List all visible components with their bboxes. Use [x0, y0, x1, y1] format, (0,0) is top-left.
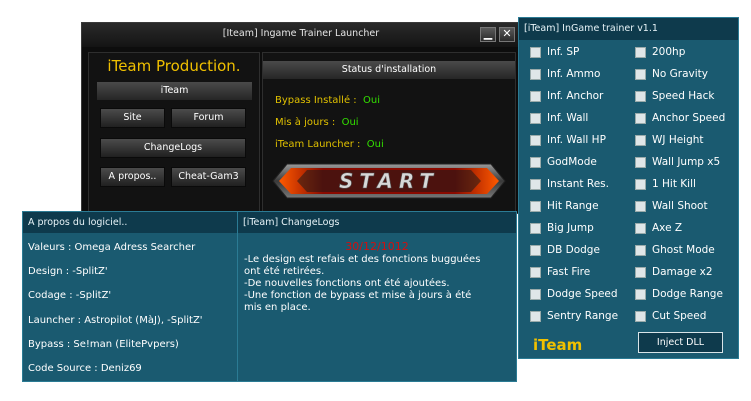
status-label: Bypass Installé : — [275, 95, 357, 106]
changelogs-button[interactable]: ChangeLogs — [100, 138, 246, 158]
checkbox-label[interactable]: Dodge Speed — [547, 288, 618, 300]
checkbox-inf-wall-hp[interactable] — [530, 135, 541, 146]
about-title: A propos du logiciel.. — [23, 212, 237, 233]
status-row-bypass: Bypass Installé : Oui — [275, 95, 380, 106]
checkbox-label[interactable]: Wall Jump x5 — [652, 156, 720, 168]
checkbox-label[interactable]: Instant Res. — [547, 178, 609, 190]
checkbox-label[interactable]: WJ Height — [652, 134, 704, 146]
checkbox-ghost-mode[interactable] — [635, 245, 646, 256]
checkbox-label[interactable]: Inf. Anchor — [547, 90, 603, 102]
checkbox-label[interactable]: Big Jump — [547, 222, 594, 234]
launcher-left-panel: iTeam Production. iTeam Site Forum Chang… — [88, 52, 260, 212]
checkbox-cut-speed[interactable] — [635, 311, 646, 322]
checkbox-anchor-speed[interactable] — [635, 113, 646, 124]
trainer-panel: [iTeam] InGame trainer v1.1 Inf. SP Inf. … — [518, 17, 739, 359]
checkbox-label[interactable]: Anchor Speed — [652, 112, 725, 124]
status-label: iTeam Launcher : — [275, 139, 361, 150]
checkbox-inf-ammo[interactable] — [530, 69, 541, 80]
changelog-line: -De nouvelles fonctions ont été ajoutées… — [244, 278, 450, 289]
trainer-title: [iTeam] InGame trainer v1.1 — [519, 18, 738, 40]
minimize-button[interactable]: ▁ — [480, 27, 496, 42]
checkbox-label[interactable]: Inf. Ammo — [547, 68, 600, 80]
site-button[interactable]: Site — [100, 108, 165, 128]
section-iteam: iTeam — [97, 82, 252, 100]
checkbox-hit-range[interactable] — [530, 201, 541, 212]
status-row-launcher: iTeam Launcher : Oui — [275, 139, 384, 150]
launcher-window: [Iteam] Ingame Trainer Launcher ▁ ✕ iTea… — [81, 22, 521, 214]
about-bypass: Bypass : Se!man (ElitePvpers) — [28, 339, 179, 350]
checkbox-label[interactable]: 1 Hit Kill — [652, 178, 696, 190]
checkbox-no-gravity[interactable] — [635, 69, 646, 80]
changelog-line: -Une fonction de bypass et mise à jours … — [244, 290, 472, 301]
checkbox-dodge-range[interactable] — [635, 289, 646, 300]
launcher-titlebar[interactable]: [Iteam] Ingame Trainer Launcher ▁ ✕ — [82, 23, 520, 47]
trainer-brand: iTeam — [533, 336, 583, 354]
about-design: Design : -SplitZ' — [28, 266, 108, 277]
checkbox-godmode[interactable] — [530, 157, 541, 168]
checkbox-label[interactable]: GodMode — [547, 156, 597, 168]
checkbox-label[interactable]: No Gravity — [652, 68, 708, 80]
about-panel: A propos du logiciel.. Valeurs : Omega A… — [22, 211, 238, 382]
checkbox-label[interactable]: DB Dodge — [547, 244, 600, 256]
checkbox-damage-x2[interactable] — [635, 267, 646, 278]
checkbox-1-hit-kill[interactable] — [635, 179, 646, 190]
checkbox-speed-hack[interactable] — [635, 91, 646, 102]
status-value: Oui — [363, 95, 381, 106]
forum-button[interactable]: Forum — [171, 108, 246, 128]
checkbox-label[interactable]: Axe Z — [652, 222, 682, 234]
changelog-line: -Le design est refais et des fonctions b… — [244, 254, 481, 265]
about-launcher: Launcher : Astropilot (MàJ), -SplitZ' — [28, 315, 203, 326]
checkbox-label[interactable]: Speed Hack — [652, 90, 714, 102]
launcher-title: [Iteam] Ingame Trainer Launcher — [222, 28, 380, 39]
checkbox-big-jump[interactable] — [530, 223, 541, 234]
inject-dll-button[interactable]: Inject DLL — [638, 332, 723, 353]
changelog-line: mis en place. — [244, 302, 311, 313]
checkbox-label[interactable]: Inf. Wall — [547, 112, 588, 124]
about-coding: Codage : -SplitZ' — [28, 290, 112, 301]
checkbox-label[interactable]: Inf. Wall HP — [547, 134, 606, 146]
checkbox-label[interactable]: Hit Range — [547, 200, 599, 212]
checkbox-wall-jump-x5[interactable] — [635, 157, 646, 168]
checkbox-label[interactable]: Damage x2 — [652, 266, 713, 278]
status-value: Oui — [366, 139, 384, 150]
close-button[interactable]: ✕ — [499, 27, 515, 42]
checkbox-label[interactable]: Fast Fire — [547, 266, 590, 278]
changelog-line: ont été retirées. — [244, 266, 325, 277]
changelog-title: [iTeam] ChangeLogs — [238, 212, 516, 233]
changelog-panel: [iTeam] ChangeLogs 30/12/1012 -Le design… — [237, 211, 517, 382]
checkbox-instant-res[interactable] — [530, 179, 541, 190]
checkbox-label[interactable]: Dodge Range — [652, 288, 723, 300]
start-button[interactable]: START — [267, 161, 511, 201]
checkbox-axe-z[interactable] — [635, 223, 646, 234]
checkbox-label[interactable]: Ghost Mode — [652, 244, 715, 256]
status-value: Oui — [341, 117, 359, 128]
about-button[interactable]: A propos.. — [100, 167, 165, 187]
about-values: Valeurs : Omega Adress Searcher — [28, 242, 196, 253]
checkbox-label[interactable]: Sentry Range — [547, 310, 618, 322]
checkbox-sentry-range[interactable] — [530, 311, 541, 322]
checkbox-db-dodge[interactable] — [530, 245, 541, 256]
checkbox-label[interactable]: Inf. SP — [547, 46, 579, 58]
checkbox-200hp[interactable] — [635, 47, 646, 58]
brand-title: iTeam Production. — [107, 57, 241, 75]
checkbox-fast-fire[interactable] — [530, 267, 541, 278]
status-header: Status d'installation — [263, 61, 515, 79]
checkbox-inf-sp[interactable] — [530, 47, 541, 58]
changelog-date: 30/12/1012 — [345, 240, 409, 253]
about-source: Code Source : Deniz69 — [28, 363, 142, 374]
start-button-graphic: START — [272, 163, 506, 199]
status-row-updates: Mis à jours : Oui — [275, 117, 359, 128]
checkbox-wall-shoot[interactable] — [635, 201, 646, 212]
checkbox-inf-wall[interactable] — [530, 113, 541, 124]
checkbox-inf-anchor[interactable] — [530, 91, 541, 102]
checkbox-dodge-speed[interactable] — [530, 289, 541, 300]
status-label: Mis à jours : — [275, 117, 336, 128]
start-label: START — [339, 169, 439, 193]
checkbox-label[interactable]: Cut Speed — [652, 310, 706, 322]
checkbox-label[interactable]: Wall Shoot — [652, 200, 708, 212]
checkbox-label[interactable]: 200hp — [652, 46, 685, 58]
checkbox-wj-height[interactable] — [635, 135, 646, 146]
status-panel: Status d'installation Bypass Installé : … — [262, 52, 516, 212]
cheat-gam3-button[interactable]: Cheat-Gam3 — [171, 167, 246, 187]
